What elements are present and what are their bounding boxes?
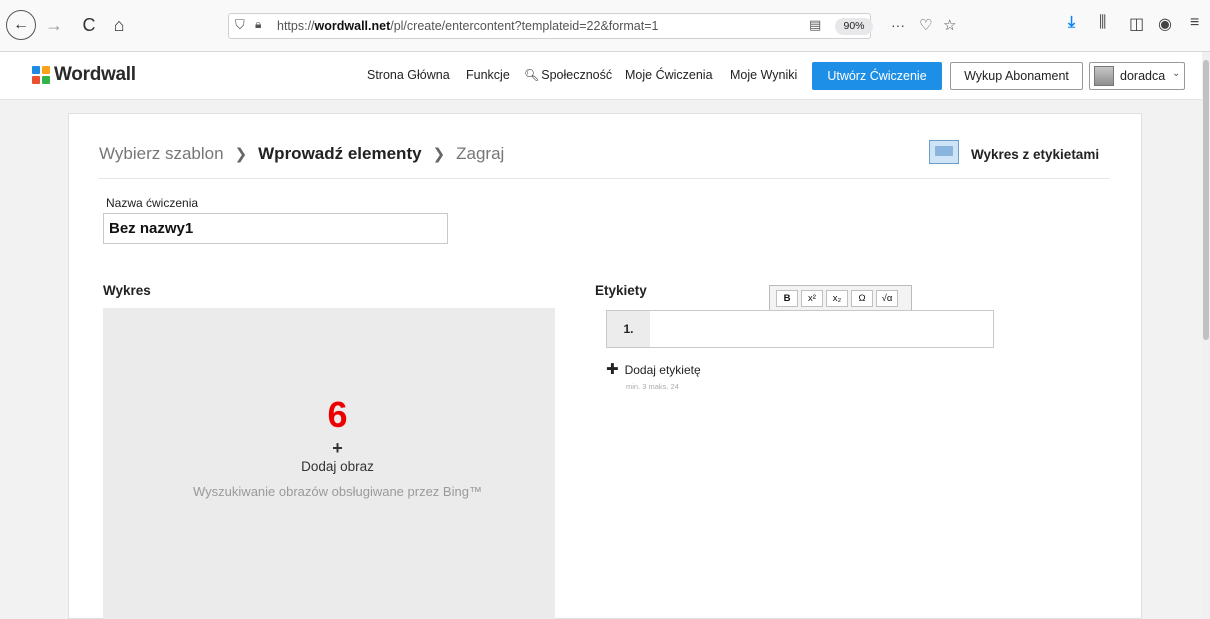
nav-community-label: Społeczność <box>541 68 613 82</box>
bing-search-note: Wyszukiwanie obrazów obsługiwane przez B… <box>193 484 482 499</box>
sidebar-icon[interactable]: ◫ <box>1129 14 1144 34</box>
browser-toolbar: ← → C ⌂ ⛉ 🔒︎ https://wordwall.net/pl/cre… <box>0 0 1210 52</box>
label-row[interactable]: 1. <box>606 310 994 348</box>
reader-view-icon[interactable]: ▤ <box>809 17 821 33</box>
plus-icon: ✚ <box>606 361 619 378</box>
nav-features[interactable]: Funkcje <box>466 68 510 82</box>
hamburger-menu-icon[interactable]: ≡ <box>1190 14 1199 32</box>
logo-icon <box>32 66 50 84</box>
breadcrumb-play: Zagraj <box>456 144 505 163</box>
library-icon[interactable]: ⫼ <box>1099 14 1106 32</box>
nav-my-results[interactable]: Moje Wyniki <box>730 68 797 82</box>
url-path: /pl/create/entercontent?templateid=22&fo… <box>390 19 659 33</box>
pocket-icon[interactable]: ♡ <box>919 16 932 34</box>
breadcrumb-enter-content: Wprowadź elementy <box>258 144 422 163</box>
wordwall-logo[interactable]: Wordwall <box>32 64 136 86</box>
add-label-button[interactable]: ✚ Dodaj etykietę <box>606 360 701 378</box>
home-icon[interactable]: ⌂ <box>108 10 130 40</box>
site-header: Wordwall Strona Główna Funkcje 🔍︎ Społecz… <box>0 52 1202 100</box>
bookmark-star-icon[interactable]: ☆ <box>943 16 956 34</box>
math-button[interactable]: √α <box>876 290 898 307</box>
back-icon[interactable]: ← <box>6 10 36 40</box>
url-bar[interactable]: ⛉ 🔒︎ https://wordwall.net/pl/create/ente… <box>228 13 956 39</box>
add-label-text: Dodaj etykietę <box>624 363 701 377</box>
url-prefix: https:// <box>277 19 315 33</box>
shield-icon[interactable]: ⛉ <box>235 17 245 33</box>
account-icon[interactable]: ◉ <box>1158 14 1172 34</box>
scrollbar-thumb[interactable] <box>1203 60 1209 340</box>
zoom-level[interactable]: 90% <box>835 18 873 35</box>
subscript-button[interactable]: x₂ <box>826 290 848 307</box>
bold-button[interactable]: B <box>776 290 798 307</box>
diagram-heading: Wykres <box>103 283 151 298</box>
activity-title-label: Nazwa ćwiczenia <box>106 196 199 210</box>
create-activity-button[interactable]: Utwórz Ćwiczenie <box>812 62 942 90</box>
template-name[interactable]: Wykres z etykietami <box>971 147 1099 162</box>
url-text[interactable]: https://wordwall.net/pl/create/entercont… <box>277 19 658 33</box>
subscribe-button[interactable]: Wykup Abonament <box>950 62 1083 90</box>
step-annotation: 6 <box>327 394 348 435</box>
content-editor-card: Wybierz szablon ❯ Wprowadź elementy ❯ Za… <box>68 113 1142 619</box>
superscript-button[interactable]: x² <box>801 290 823 307</box>
breadcrumb: Wybierz szablon ❯ Wprowadź elementy ❯ Za… <box>99 144 504 164</box>
chevron-down-icon: ⌄ <box>1172 68 1181 79</box>
label-number: 1. <box>607 311 650 347</box>
forward-icon[interactable]: → <box>44 10 64 40</box>
divider <box>99 178 1109 179</box>
search-icon: 🔍︎ <box>524 68 540 82</box>
nav-home[interactable]: Strona Główna <box>367 68 450 82</box>
label-limits-note: min. 3 maks. 24 <box>626 382 679 391</box>
chevron-right-icon: ❯ <box>432 146 446 163</box>
activity-title-input[interactable]: Bez nazwy1 <box>103 213 448 244</box>
url-domain: wordwall.net <box>314 19 391 33</box>
more-actions-icon[interactable]: ··· <box>891 17 905 33</box>
logo-text: Wordwall <box>54 64 136 85</box>
plus-icon[interactable]: + <box>103 438 572 459</box>
add-image-label[interactable]: Dodaj obraz <box>103 459 572 474</box>
special-character-button[interactable]: Ω <box>851 290 873 307</box>
format-toolbar: B x² x₂ Ω √α <box>769 285 912 311</box>
download-icon[interactable]: ⤓ <box>1068 14 1075 32</box>
template-thumbnail-icon[interactable] <box>929 140 959 164</box>
nav-community[interactable]: 🔍︎ Społeczność <box>524 68 612 82</box>
reload-icon[interactable]: C <box>78 10 100 40</box>
chevron-right-icon: ❯ <box>234 146 248 163</box>
breadcrumb-choose-template[interactable]: Wybierz szablon <box>99 144 224 164</box>
add-image-area[interactable]: 6 + Dodaj obraz Wyszukiwanie obrazów obs… <box>103 308 555 619</box>
labels-heading: Etykiety <box>595 283 647 298</box>
avatar <box>1094 66 1114 86</box>
nav-my-exercises[interactable]: Moje Ćwiczenia <box>625 68 713 82</box>
lock-icon[interactable]: 🔒︎ <box>255 17 261 32</box>
page-scrollbar[interactable] <box>1202 52 1210 619</box>
user-name: doradca <box>1120 69 1166 83</box>
user-menu-button[interactable]: doradca ⌄ <box>1089 62 1185 90</box>
